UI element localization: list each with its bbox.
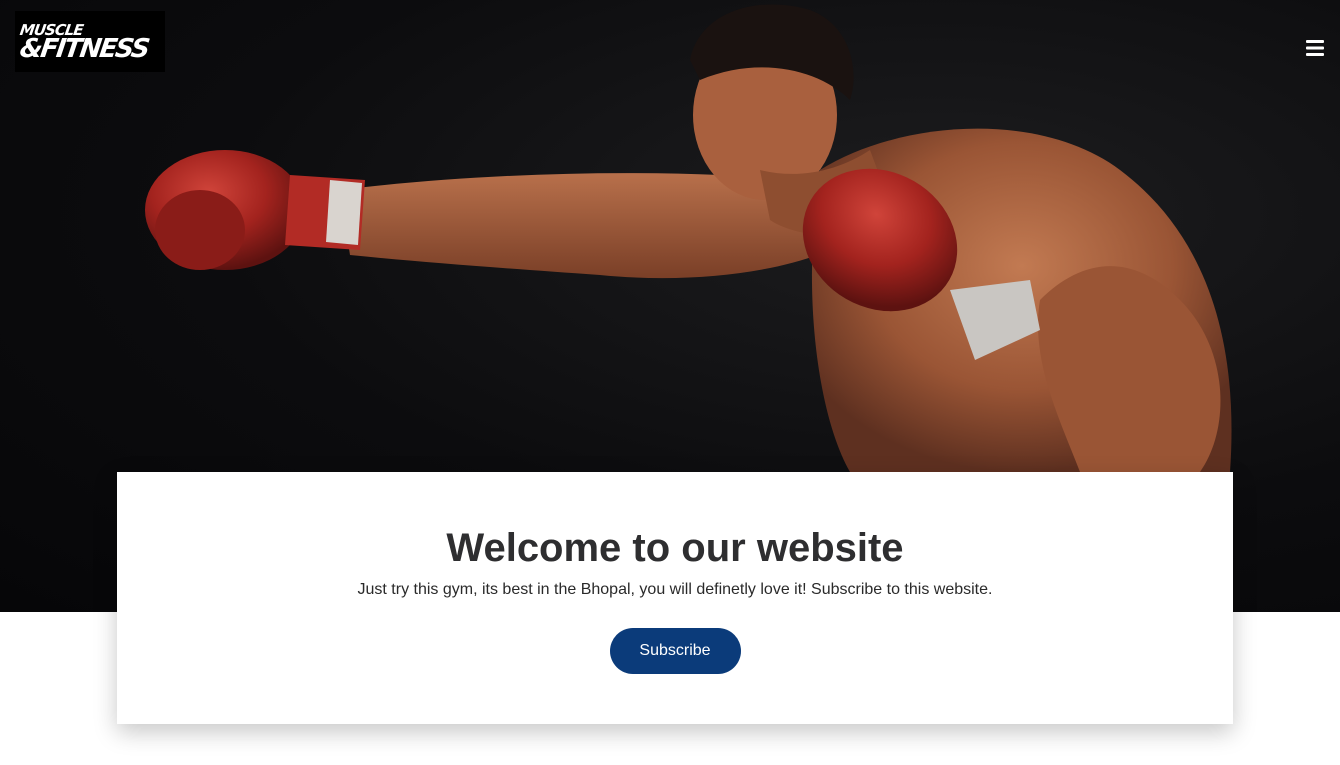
logo-text-fitness: &FITNESS xyxy=(17,33,150,64)
welcome-card: Welcome to our website Just try this gym… xyxy=(117,472,1233,724)
hamburger-menu-icon[interactable] xyxy=(1304,38,1328,58)
subscribe-button[interactable]: Subscribe xyxy=(609,628,741,674)
logo[interactable]: MUSCLE &FITNESS xyxy=(15,11,165,72)
welcome-text: Just try this gym, its best in the Bhopa… xyxy=(357,581,993,598)
welcome-title: Welcome to our website xyxy=(446,526,904,570)
